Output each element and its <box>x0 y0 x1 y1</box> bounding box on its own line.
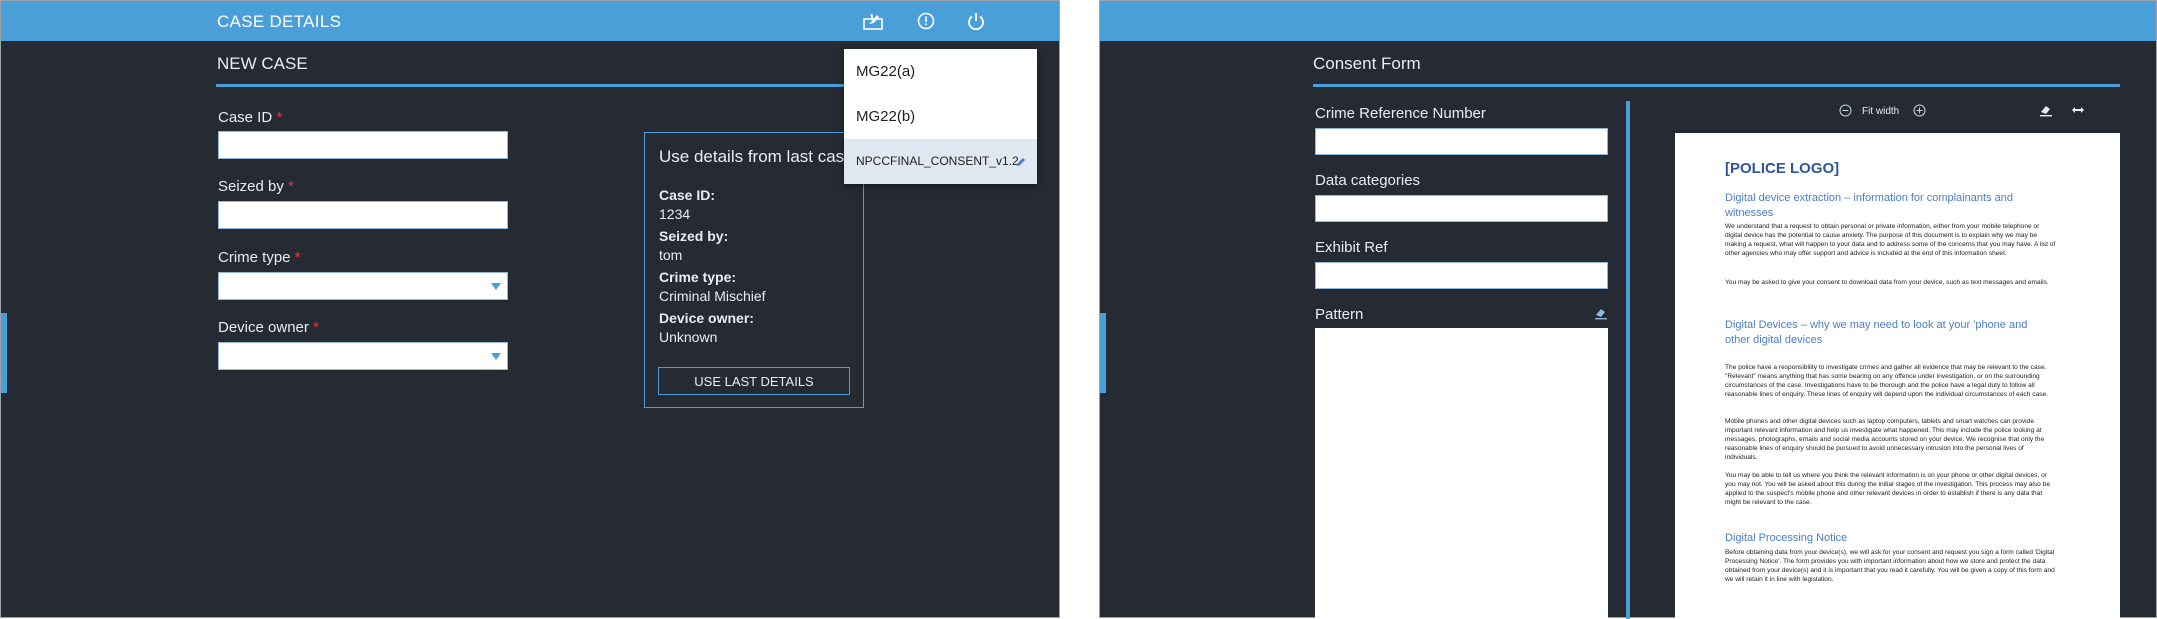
last-seized-by-value: tom <box>659 247 683 263</box>
doc-paragraph: Before obtaining data from your device(s… <box>1725 549 2055 584</box>
last-case-id-key: Case ID: <box>659 187 716 203</box>
panel-splitter[interactable] <box>1626 101 1630 619</box>
last-device-owner-value: Unknown <box>659 329 718 345</box>
section-title: Consent Form <box>1313 54 1421 73</box>
form-template-menu: MG22(a) MG22(b) NPCCFINAL_CONSENT_v1.2 <box>844 49 1037 184</box>
side-drawer-handle[interactable] <box>1100 313 1106 393</box>
menu-item-npcc-consent[interactable]: NPCCFINAL_CONSENT_v1.2 <box>844 139 1037 184</box>
eraser-icon[interactable] <box>2039 103 2053 120</box>
device-owner-label: Device owner * <box>218 319 319 336</box>
last-case-id-value: 1234 <box>659 206 691 222</box>
pattern-label: Pattern <box>1315 306 1364 323</box>
menu-item-mg22b[interactable]: MG22(b) <box>844 94 1037 139</box>
consent-form-window: Consent Form Crime Reference Number Data… <box>1099 0 2157 619</box>
case-id-label: Case ID * <box>218 109 283 126</box>
last-seized-by-key: Seized by: <box>659 228 729 244</box>
pattern-eraser-icon[interactable] <box>1594 306 1608 325</box>
seized-by-label: Seized by * <box>218 178 294 195</box>
exhibit-ref-input[interactable] <box>1315 262 1608 289</box>
doc-paragraph: You may be asked to give your consent to… <box>1725 279 2049 286</box>
data-categories-input[interactable] <box>1315 195 1608 222</box>
document-preview: [POLICE LOGO] Digital device extraction … <box>1675 133 2120 619</box>
crime-type-label: Crime type * <box>218 249 301 266</box>
use-last-details-button[interactable]: USE LAST DETAILS <box>658 367 850 395</box>
seized-by-input[interactable] <box>218 201 508 229</box>
doc-paragraph: The police have a responsibility to inve… <box>1725 364 2049 399</box>
form-fill-icon[interactable] <box>861 9 885 33</box>
last-crime-type-key: Crime type: <box>659 269 737 285</box>
doc-paragraph: Mobile phones and other digital devices … <box>1725 418 2045 462</box>
section-title: NEW CASE <box>217 54 308 73</box>
exhibit-ref-label: Exhibit Ref <box>1315 239 1388 256</box>
info-icon[interactable] <box>914 9 938 33</box>
top-bar: CASE DETAILS <box>1 1 1059 41</box>
power-icon[interactable] <box>964 9 988 33</box>
last-case-panel: Use details from last case: Case ID: 123… <box>644 132 864 408</box>
doc-paragraph: You may be able to tell us where you thi… <box>1725 472 2050 507</box>
zoom-in-icon[interactable] <box>1913 104 1926 120</box>
doc-heading-processing: Digital Processing Notice <box>1725 532 1848 544</box>
case-details-window: CASE DETAILS NEW CASE Case ID * Seized b… <box>0 0 1060 618</box>
crime-type-select[interactable] <box>218 272 508 300</box>
pencil-icon[interactable] <box>1015 139 1027 184</box>
police-logo-placeholder: [POLICE LOGO] <box>1725 160 1840 177</box>
resize-icon[interactable] <box>2071 105 2085 118</box>
data-categories-label: Data categories <box>1315 172 1421 189</box>
chevron-down-icon <box>491 283 501 290</box>
device-owner-select[interactable] <box>218 342 508 370</box>
section-divider <box>1313 84 2120 87</box>
fit-width-label[interactable]: Fit width <box>1862 106 1899 117</box>
top-bar <box>1100 1 2156 41</box>
last-crime-type-value: Criminal Mischief <box>659 288 766 304</box>
case-id-input[interactable] <box>218 131 508 159</box>
crime-reference-input[interactable] <box>1315 128 1608 155</box>
side-drawer-handle[interactable] <box>1 313 7 393</box>
doc-paragraph: We understand that a request to obtain p… <box>1725 223 2056 258</box>
doc-heading-extraction: Digital device extraction – information … <box>1725 192 2013 219</box>
chevron-down-icon <box>491 353 501 360</box>
doc-heading-devices: Digital Devices – why we may need to loo… <box>1725 319 2028 346</box>
zoom-out-icon[interactable] <box>1839 104 1852 120</box>
pattern-canvas[interactable] <box>1315 328 1608 619</box>
crime-reference-label: Crime Reference Number <box>1315 105 1486 122</box>
app-title: CASE DETAILS <box>217 12 342 31</box>
menu-item-mg22a[interactable]: MG22(a) <box>844 49 1037 94</box>
last-case-heading: Use details from last case: <box>659 147 859 166</box>
last-device-owner-key: Device owner: <box>659 310 754 326</box>
